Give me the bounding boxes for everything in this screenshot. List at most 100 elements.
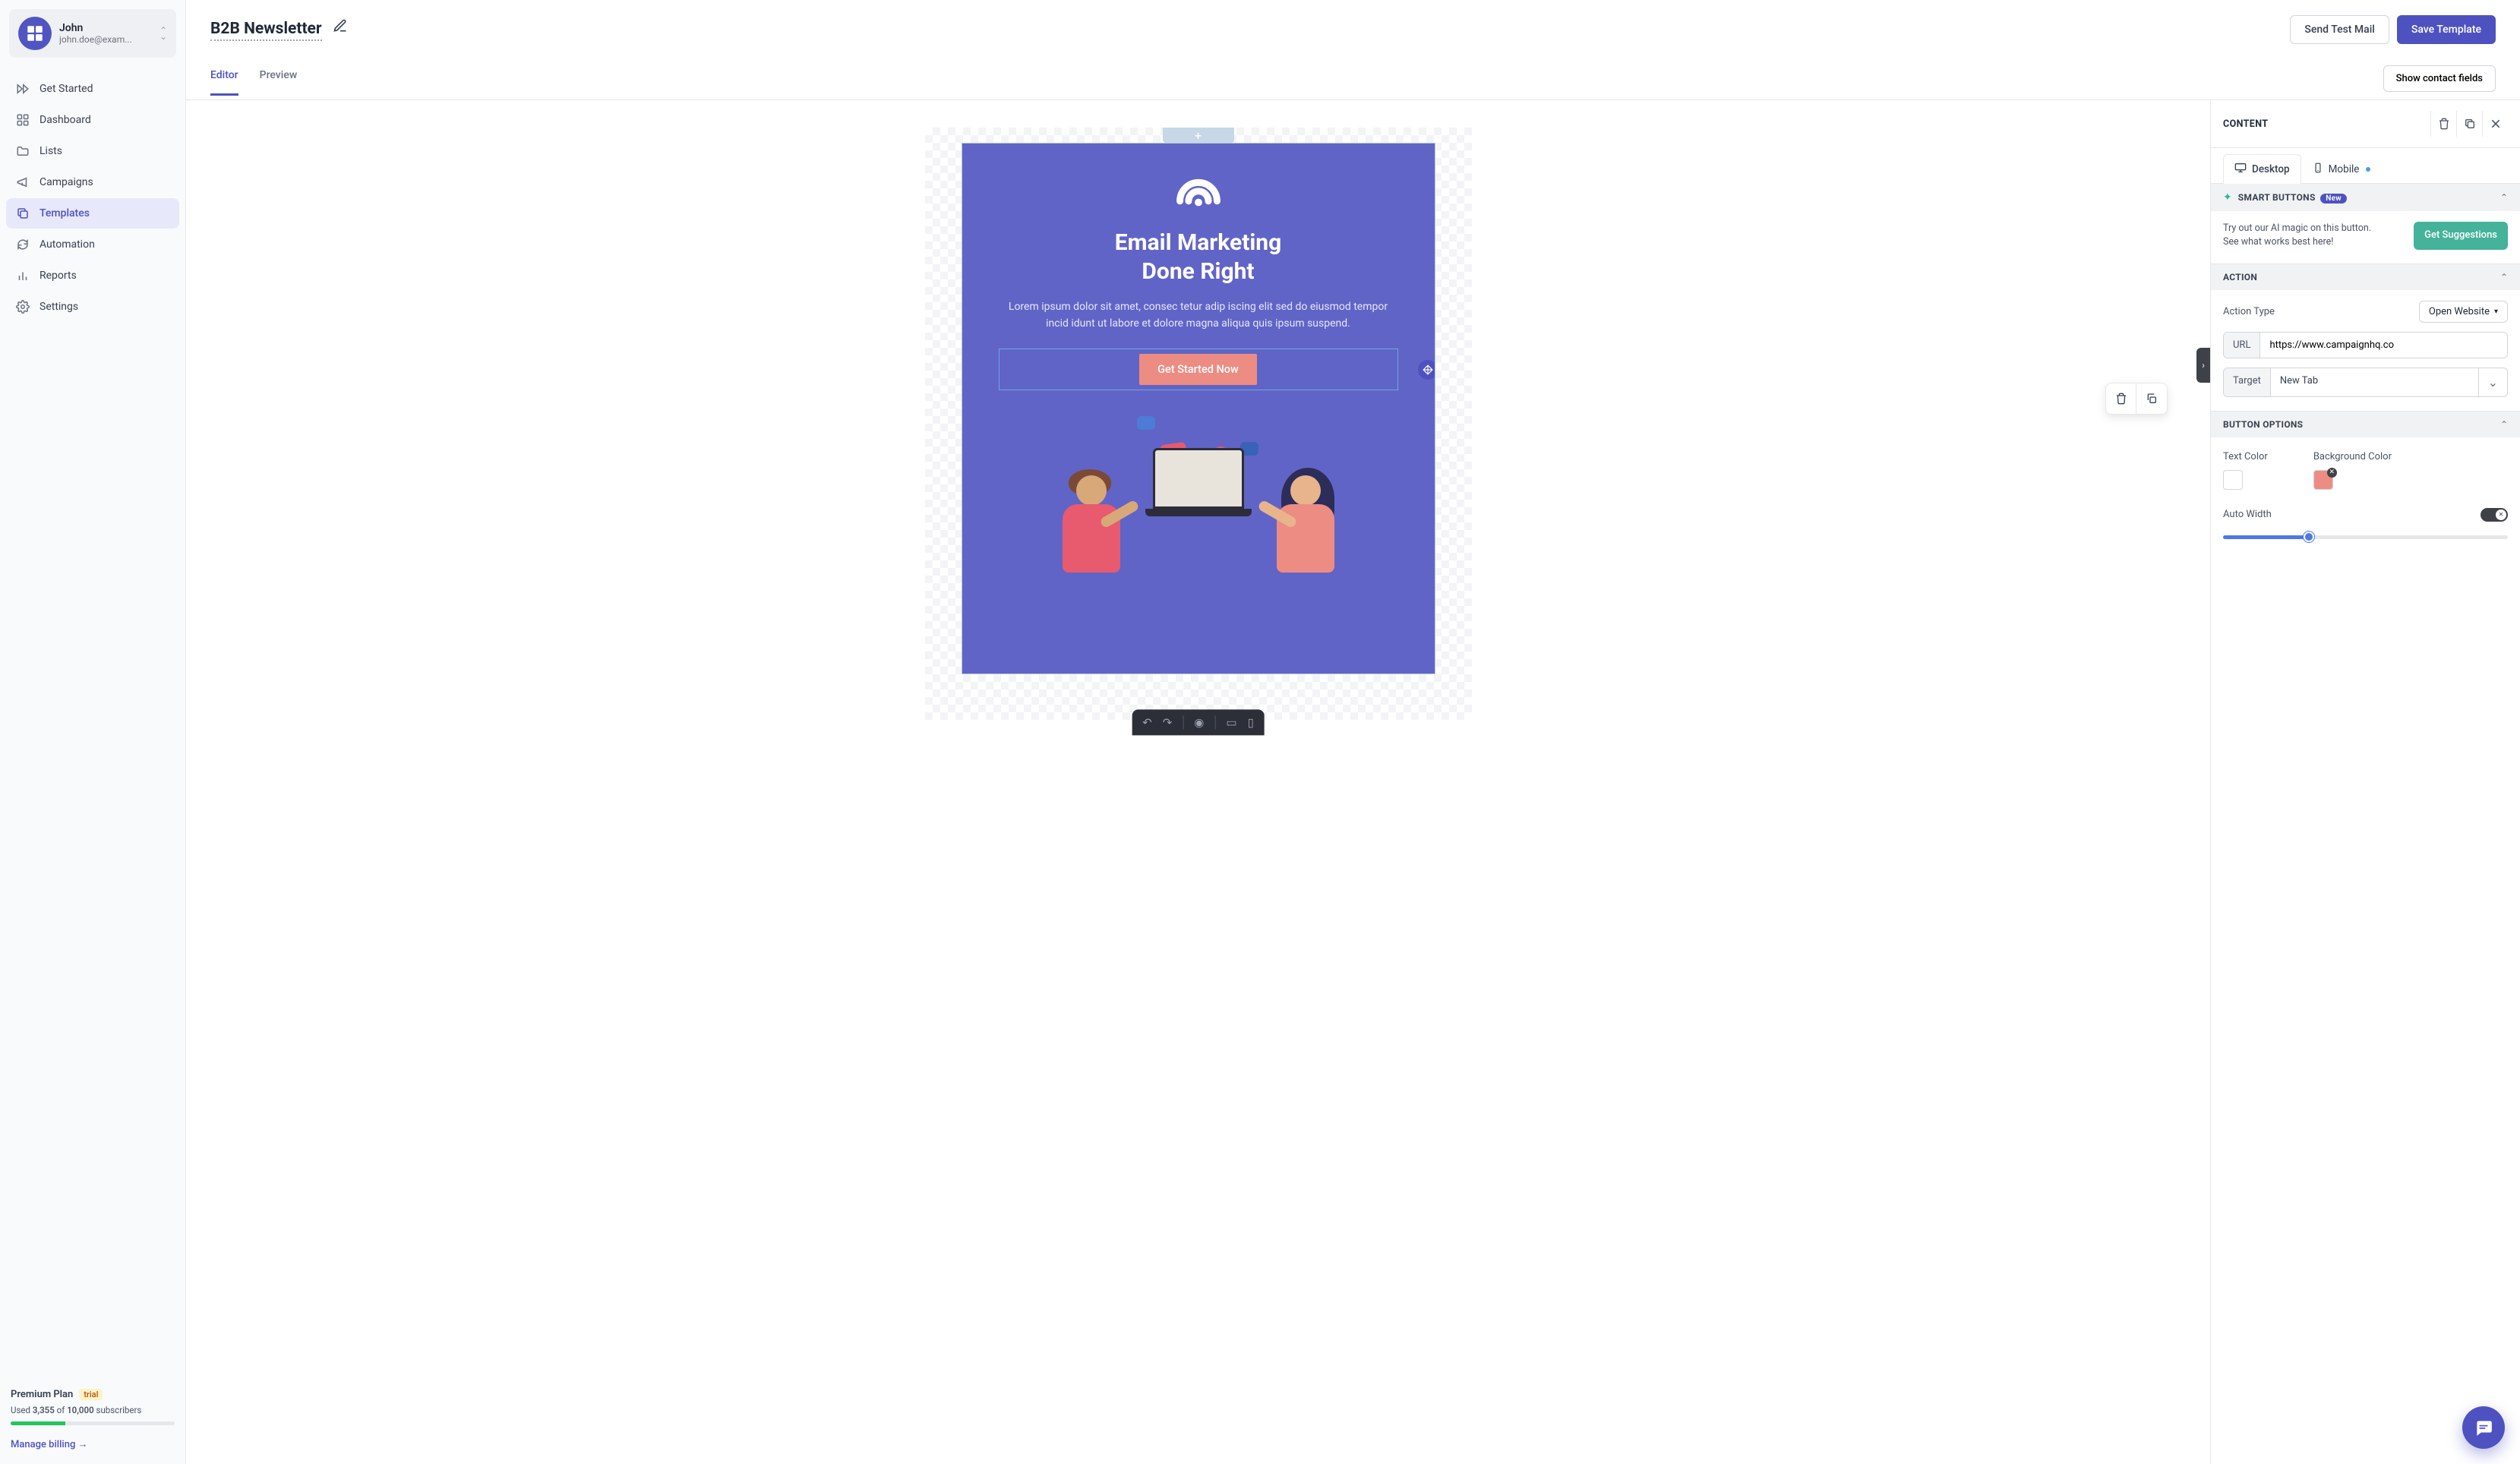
mobile-change-indicator — [2366, 167, 2370, 172]
nav-label: Dashboard — [39, 114, 91, 126]
bg-color-label: Background Color — [2313, 451, 2392, 462]
sidebar-item-lists[interactable]: Lists — [6, 136, 179, 166]
duplicate-block-button[interactable] — [2136, 383, 2167, 414]
move-block-handle[interactable] — [1418, 360, 1435, 380]
user-email: john.doe@exam... — [59, 34, 152, 45]
desktop-view-button[interactable]: ▭ — [1226, 715, 1236, 729]
fast-forward-icon — [15, 81, 30, 96]
manage-billing-link[interactable]: Manage billing → — [11, 1439, 88, 1450]
auto-width-label: Auto Width — [2223, 509, 2272, 520]
device-tab-mobile[interactable]: Mobile — [2301, 154, 2383, 183]
redo-button[interactable]: ↷ — [1163, 715, 1173, 729]
email-hero-section[interactable]: Email MarketingDone Right Lorem ipsum do… — [962, 143, 1435, 674]
mobile-icon — [2313, 162, 2323, 176]
sidebar-item-get-started[interactable]: Get Started — [6, 74, 179, 104]
tabs-row: Editor Preview Show contact fields — [186, 47, 2520, 100]
hero-logo-icon — [1173, 174, 1224, 207]
show-contact-fields-button[interactable]: Show contact fields — [2383, 65, 2496, 92]
megaphone-icon — [15, 175, 30, 190]
sidebar-item-automation[interactable]: Automation — [6, 229, 179, 260]
new-badge: New — [2320, 194, 2347, 204]
nav-label: Get Started — [39, 83, 93, 95]
width-slider[interactable] — [2223, 535, 2508, 539]
user-name: John — [59, 22, 152, 34]
sidebar-item-dashboard[interactable]: Dashboard — [6, 105, 179, 135]
caret-down-icon: ▾ — [2494, 308, 2498, 316]
edit-title-button[interactable] — [333, 18, 348, 36]
panel-delete-button[interactable] — [2430, 111, 2456, 137]
undo-button[interactable]: ↶ — [1142, 715, 1152, 729]
section-title: ACTION — [2223, 272, 2494, 282]
nav-label: Automation — [39, 238, 95, 251]
view-button[interactable]: ◉ — [1194, 715, 1204, 729]
folder-icon — [15, 144, 30, 159]
hero-illustration: + # — [962, 413, 1435, 595]
text-color-label: Text Color — [2223, 451, 2268, 462]
plan-info: Premium Plan trial Used 3,355 of 10,000 … — [0, 1378, 185, 1464]
add-section-button[interactable]: + — [1163, 128, 1234, 143]
gear-icon — [15, 299, 30, 314]
sidebar: John john.doe@exam... ⌃⌄ Get Started Das… — [0, 0, 186, 1464]
target-label: Target — [2224, 368, 2271, 396]
smart-buttons-desc: Try out our AI magic on this button.See … — [2223, 222, 2403, 249]
panel-duplicate-button[interactable] — [2456, 111, 2482, 137]
tab-preview[interactable]: Preview — [260, 69, 298, 96]
device-tab-desktop[interactable]: Desktop — [2223, 154, 2301, 184]
auto-width-toggle[interactable]: ✕ — [2481, 508, 2508, 522]
get-suggestions-button[interactable]: Get Suggestions — [2414, 222, 2508, 250]
slider-thumb[interactable] — [2304, 532, 2314, 542]
copy-icon — [15, 206, 30, 221]
hero-paragraph[interactable]: Lorem ipsum dolor sit amet, consec tetur… — [1008, 299, 1389, 332]
panel-close-button[interactable] — [2482, 111, 2508, 137]
editor-canvas[interactable]: + Email MarketingDone Right Lorem ipsum … — [925, 128, 1472, 720]
main-area: B2B Newsletter Send Test Mail Save Templ… — [186, 0, 2520, 1464]
delete-block-button[interactable] — [2106, 383, 2136, 414]
send-test-button[interactable]: Send Test Mail — [2290, 15, 2389, 44]
url-input[interactable] — [2260, 333, 2507, 358]
chevron-up-icon: ⌃ — [2500, 272, 2508, 282]
bar-chart-icon — [15, 268, 30, 283]
save-template-button[interactable]: Save Template — [2397, 15, 2496, 44]
user-switcher[interactable]: John john.doe@exam... ⌃⌄ — [9, 9, 176, 58]
bg-color-swatch[interactable]: ✕ — [2313, 470, 2333, 490]
selected-button-block[interactable]: Get Started Now — [999, 349, 1398, 390]
section-button-options-header[interactable]: BUTTON OPTIONS ⌃ — [2211, 412, 2520, 437]
action-type-label: Action Type — [2223, 306, 2411, 317]
hero-heading[interactable]: Email MarketingDone Right — [993, 229, 1404, 286]
hero-cta-button[interactable]: Get Started Now — [1139, 354, 1257, 385]
properties-panel: CONTENT Desktop Mobile ✦ — [2210, 100, 2520, 1464]
nav-label: Campaigns — [39, 176, 93, 188]
sparkle-icon: ✦ — [2223, 191, 2232, 204]
plan-usage-bar — [11, 1421, 175, 1425]
section-smart-buttons-header[interactable]: ✦ SMART BUTTONS New ⌃ — [2211, 184, 2520, 211]
canvas-bottom-toolbar: ↶ ↷ ◉ ▭ ▯ — [1132, 709, 1265, 735]
nav-label: Templates — [39, 207, 90, 219]
nav: Get Started Dashboard Lists Campaigns Te… — [0, 67, 185, 1378]
sidebar-item-campaigns[interactable]: Campaigns — [6, 167, 179, 197]
nav-label: Lists — [39, 145, 62, 157]
refresh-icon — [15, 237, 30, 252]
panel-title: CONTENT — [2223, 118, 2430, 130]
top-bar: B2B Newsletter Send Test Mail Save Templ… — [186, 0, 2520, 47]
target-value: New Tab — [2271, 368, 2478, 396]
editor-canvas-wrap: + Email MarketingDone Right Lorem ipsum … — [186, 100, 2210, 1464]
clear-color-button[interactable]: ✕ — [2327, 468, 2337, 478]
page-title[interactable]: B2B Newsletter — [210, 20, 322, 41]
plan-name: Premium Plan — [11, 1389, 73, 1400]
section-action-header[interactable]: ACTION ⌃ — [2211, 264, 2520, 290]
sidebar-item-templates[interactable]: Templates — [6, 198, 179, 229]
target-dropdown-button[interactable]: ⌄ — [2478, 368, 2507, 396]
text-color-swatch[interactable] — [2223, 470, 2243, 490]
action-type-dropdown[interactable]: Open Website ▾ — [2419, 301, 2508, 323]
desktop-icon — [2234, 162, 2247, 177]
mobile-view-button[interactable]: ▯ — [1248, 715, 1254, 729]
sidebar-item-settings[interactable]: Settings — [6, 292, 179, 322]
grid-icon — [15, 112, 30, 128]
plan-usage-text: Used 3,355 of 10,000 subscribers — [11, 1405, 175, 1415]
section-title: SMART BUTTONS New — [2238, 192, 2494, 203]
chat-fab-button[interactable] — [2462, 1406, 2505, 1449]
expand-panel-tab[interactable]: › — [2196, 348, 2210, 383]
sidebar-item-reports[interactable]: Reports — [6, 260, 179, 291]
chevron-up-icon: ⌃ — [2500, 419, 2508, 430]
tab-editor[interactable]: Editor — [210, 69, 238, 96]
